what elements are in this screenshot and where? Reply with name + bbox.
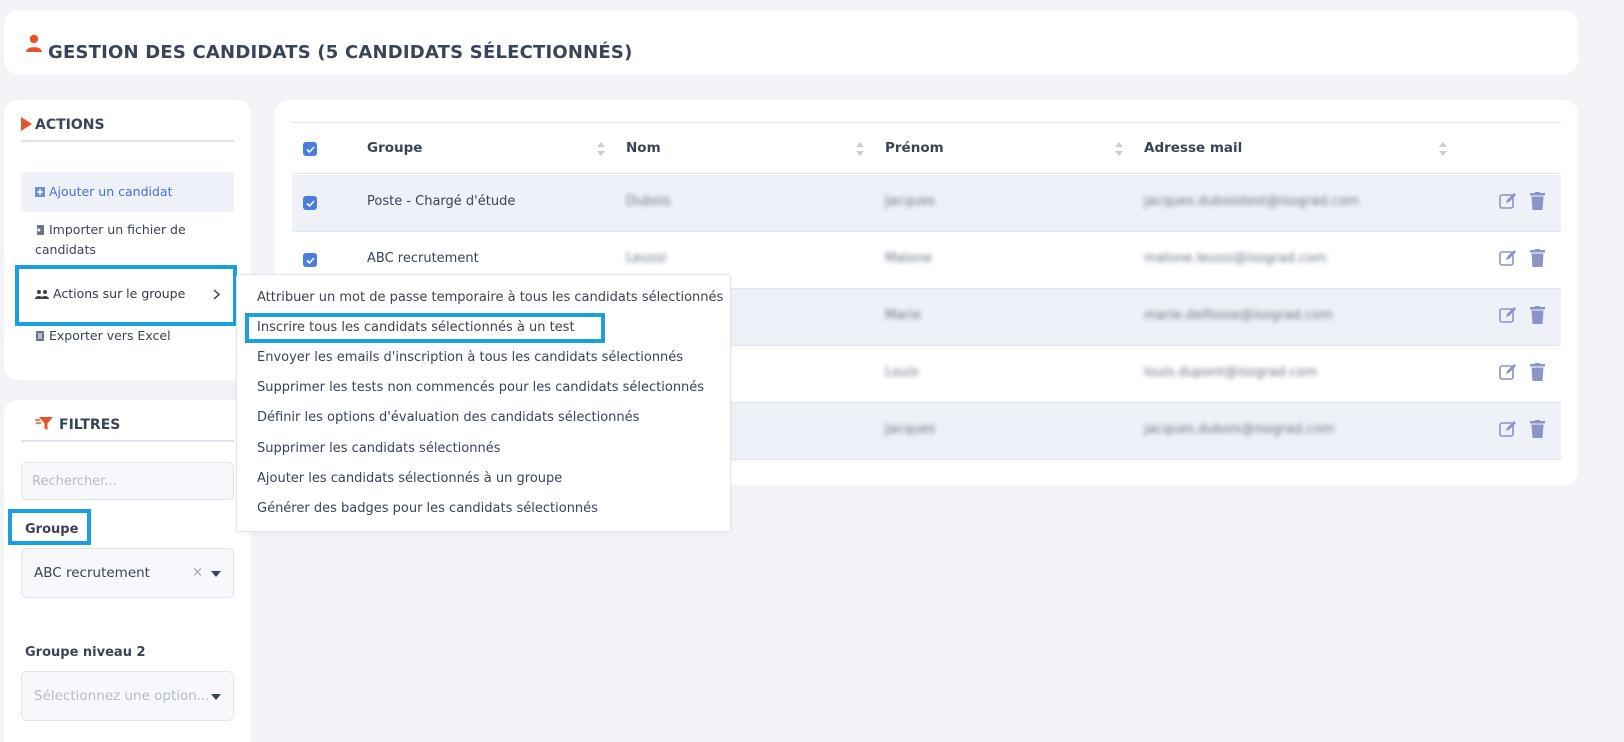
edit-icon[interactable] bbox=[1499, 420, 1517, 438]
add-candidate-label: Ajouter un candidat bbox=[49, 184, 173, 199]
cell-prenom: Jacques bbox=[885, 194, 936, 209]
clear-icon[interactable]: × bbox=[192, 565, 203, 580]
export-excel-button[interactable]: Exporter vers Excel bbox=[21, 326, 234, 346]
cell-email: jacques.duboistest@isograd.com bbox=[1144, 194, 1360, 209]
group-level2-placeholder: Sélectionnez une option... bbox=[34, 688, 210, 704]
sort-icon[interactable] bbox=[1115, 142, 1123, 156]
filters-panel: FILTRES Rechercher... Groupe ABC recrute… bbox=[4, 400, 251, 742]
select-all-checkbox[interactable] bbox=[303, 142, 317, 156]
row-actions bbox=[1499, 192, 1549, 212]
sort-icon[interactable] bbox=[597, 142, 605, 156]
menu-item-add-to-group[interactable]: Ajouter les candidats sélectionnés à un … bbox=[257, 471, 562, 486]
cell-email: marie.delfosse@isograd.com bbox=[1144, 308, 1333, 323]
cell-nom: Leussi bbox=[626, 251, 667, 266]
check-icon bbox=[305, 145, 315, 153]
group-select-value: ABC recrutement bbox=[34, 565, 150, 581]
cell-groupe: ABC recrutement bbox=[367, 251, 479, 266]
highlight-frame bbox=[245, 313, 605, 343]
edit-icon[interactable] bbox=[1499, 249, 1517, 267]
group-level2-label: Groupe niveau 2 bbox=[25, 645, 146, 660]
page-header: GESTION DES CANDIDATS (5 CANDIDATS SÉLEC… bbox=[4, 10, 1578, 74]
cell-prenom: Louis bbox=[885, 365, 919, 380]
menu-item-generate-badges[interactable]: Générer des badges pour les candidats sé… bbox=[257, 501, 598, 516]
column-header-prenom[interactable]: Prénom bbox=[885, 140, 944, 156]
edit-icon[interactable] bbox=[1499, 192, 1517, 210]
import-file-label: Importer un fichier de candidats bbox=[35, 222, 186, 257]
search-input[interactable]: Rechercher... bbox=[21, 462, 234, 500]
group-select[interactable]: ABC recrutement × bbox=[21, 548, 234, 598]
filters-title: FILTRES bbox=[59, 417, 121, 433]
edit-icon[interactable] bbox=[1499, 363, 1517, 381]
filters-header: FILTRES bbox=[21, 414, 234, 442]
import-file-button[interactable]: Importer un fichier de candidats bbox=[21, 220, 234, 260]
check-icon bbox=[305, 199, 315, 207]
trash-icon[interactable] bbox=[1530, 249, 1545, 267]
filter-icon bbox=[35, 417, 53, 430]
file-import-icon bbox=[35, 225, 44, 235]
actions-header: ACTIONS bbox=[21, 114, 234, 142]
table-row[interactable]: Poste - Chargé d'étude Dubois Jacques ja… bbox=[292, 175, 1561, 232]
cell-groupe: Poste - Chargé d'étude bbox=[367, 194, 516, 209]
row-actions bbox=[1499, 420, 1549, 440]
menu-item-delete-candidates[interactable]: Supprimer les candidats sélectionnés bbox=[257, 441, 500, 456]
cell-email: malone.leussi@isograd.com bbox=[1144, 251, 1327, 266]
plus-square-icon bbox=[35, 187, 45, 197]
edit-icon[interactable] bbox=[1499, 306, 1517, 324]
file-excel-icon bbox=[36, 331, 44, 341]
column-header-email[interactable]: Adresse mail bbox=[1144, 140, 1242, 156]
menu-item-eval-options[interactable]: Définir les options d'évaluation des can… bbox=[257, 410, 639, 425]
menu-item-delete-tests[interactable]: Supprimer les tests non commencés pour l… bbox=[257, 380, 704, 395]
cell-email: louis.dupont@isograd.com bbox=[1144, 365, 1318, 380]
row-actions bbox=[1499, 363, 1549, 383]
column-header-groupe[interactable]: Groupe bbox=[367, 140, 422, 156]
caret-down-icon bbox=[211, 694, 221, 700]
export-excel-label: Exporter vers Excel bbox=[49, 328, 171, 343]
cell-nom: Dubois bbox=[626, 194, 671, 209]
play-icon bbox=[21, 117, 32, 131]
search-placeholder: Rechercher... bbox=[32, 474, 117, 489]
sort-icon[interactable] bbox=[1439, 142, 1447, 156]
row-checkbox[interactable] bbox=[303, 196, 317, 210]
trash-icon[interactable] bbox=[1530, 363, 1545, 381]
row-actions bbox=[1499, 249, 1549, 269]
menu-item-temp-password[interactable]: Attribuer un mot de passe temporaire à t… bbox=[257, 290, 723, 305]
highlight-frame bbox=[15, 265, 237, 326]
add-candidate-button[interactable]: Ajouter un candidat bbox=[21, 172, 234, 212]
row-actions bbox=[1499, 306, 1549, 326]
row-checkbox[interactable] bbox=[303, 253, 317, 267]
table-header: Groupe Nom Prénom Adresse mail bbox=[292, 122, 1561, 174]
cell-email: jacques.dubois@isograd.com bbox=[1144, 422, 1335, 437]
actions-title: ACTIONS bbox=[35, 117, 105, 133]
cell-prenom: Jacques bbox=[885, 422, 936, 437]
column-header-nom[interactable]: Nom bbox=[626, 140, 661, 156]
check-icon bbox=[305, 256, 315, 264]
user-icon bbox=[26, 34, 42, 52]
trash-icon[interactable] bbox=[1530, 192, 1545, 210]
trash-icon[interactable] bbox=[1530, 306, 1545, 324]
page-title: GESTION DES CANDIDATS (5 CANDIDATS SÉLEC… bbox=[48, 42, 633, 63]
highlight-frame bbox=[8, 509, 91, 545]
group-level2-select[interactable]: Sélectionnez une option... bbox=[21, 671, 234, 721]
caret-down-icon bbox=[211, 571, 221, 577]
cell-prenom: Malone bbox=[885, 251, 932, 266]
menu-item-send-emails[interactable]: Envoyer les emails d'inscription à tous … bbox=[257, 350, 683, 365]
actions-panel: ACTIONS Ajouter un candidat Importer un … bbox=[4, 100, 251, 380]
sort-icon[interactable] bbox=[856, 142, 864, 156]
cell-prenom: Marie bbox=[885, 308, 922, 323]
trash-icon[interactable] bbox=[1530, 420, 1545, 438]
